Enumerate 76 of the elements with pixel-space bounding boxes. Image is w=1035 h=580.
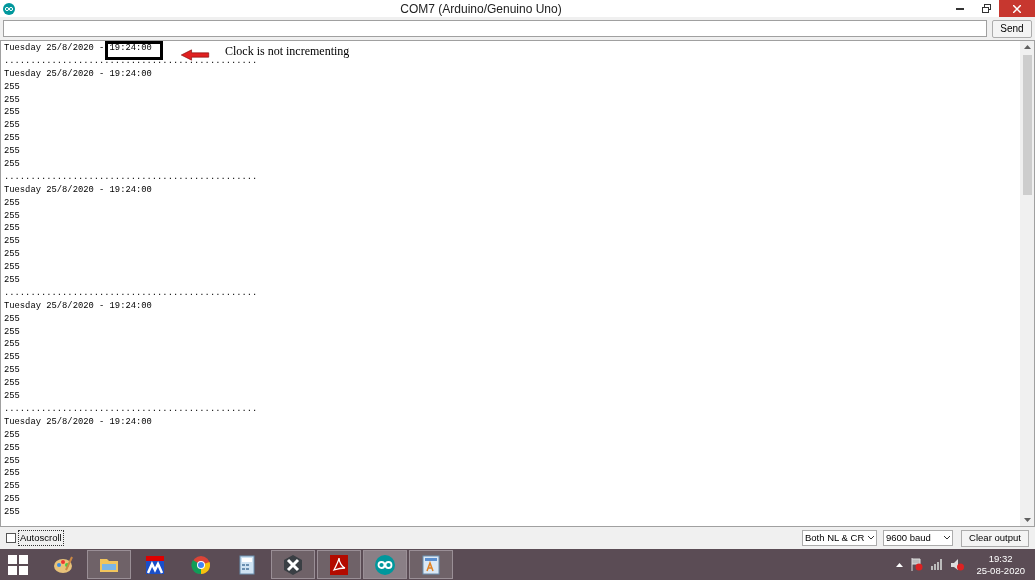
output-line: ................................................ [4, 171, 258, 182]
output-line: Tuesday 25/8/2020 - 19:24:00 [4, 416, 152, 427]
window-title: COM7 (Arduino/Genuino Uno) [400, 1, 562, 16]
taskbar-button[interactable] [271, 550, 315, 579]
pdf-icon [328, 553, 350, 576]
output-line: 255 [4, 197, 20, 208]
output-line: 255 [4, 391, 20, 402]
output-line: 255 [4, 210, 20, 221]
baud-rate-dropdown[interactable]: 9600 baud [883, 530, 953, 546]
scroll-thumb[interactable] [1022, 55, 1032, 195]
minimize-icon [956, 7, 964, 10]
start-icon[interactable] [8, 554, 28, 575]
output-line: 255 [4, 507, 20, 518]
output-line: 255 [4, 352, 20, 363]
close-button[interactable] [999, 0, 1035, 17]
close-icon [1013, 4, 1021, 13]
output-line: 255 [4, 249, 20, 260]
output-line: 255 [4, 262, 20, 273]
output-line: 255 [4, 146, 20, 157]
output-line: 255 [4, 133, 20, 144]
message-input-field[interactable] [3, 20, 987, 37]
scroll-down-icon [1023, 518, 1031, 522]
output-line: 255 [4, 378, 20, 389]
autoscroll-label[interactable]: Autoscroll [18, 529, 64, 547]
autoscroll-checkbox[interactable] [6, 533, 16, 543]
calculator-icon [236, 553, 258, 576]
output-line: 255 [4, 94, 20, 105]
taskbar-button[interactable] [409, 550, 453, 579]
tray-expand-icon[interactable] [896, 562, 904, 567]
clear-output-button[interactable]: Clear output [961, 529, 1029, 547]
output-line: 255 [4, 275, 20, 286]
output-line: 255 [4, 313, 20, 324]
output-line: Tuesday 25/8/2020 - [4, 43, 106, 53]
output-line: 255 [4, 236, 20, 247]
output-line: 255 [4, 455, 20, 466]
infinity-logo-icon [374, 553, 396, 576]
output-line: 255 [4, 120, 20, 131]
output-line: ................................................ [4, 403, 258, 414]
output-line: 255 [4, 494, 20, 505]
chip-logo-icon [144, 553, 166, 576]
output-line: 19:24:00 [109, 43, 152, 53]
output-line: 255 [4, 365, 20, 376]
send-button[interactable]: Send [992, 19, 1032, 38]
annotation-text: Clock is not incrementing [225, 45, 350, 58]
output-line: 255 [4, 107, 20, 118]
output-line: Tuesday 25/8/2020 - 19:24:00 [4, 184, 152, 195]
arrow-icon [178, 49, 212, 61]
signal-icon[interactable] [931, 559, 944, 570]
output-line: 255 [4, 326, 20, 337]
output-line: 255 [4, 81, 20, 92]
caret-icon [868, 536, 874, 540]
browser-icon [190, 553, 212, 576]
output-line: ................................................ [4, 287, 258, 298]
taskbar-button[interactable] [317, 550, 361, 579]
output-line: 255 [4, 223, 20, 234]
output-line: 255 [4, 339, 20, 350]
output-line: ................................................ [4, 55, 258, 66]
output-line: 255 [4, 468, 20, 479]
output-line: 255 [4, 442, 20, 453]
document-icon [420, 553, 442, 576]
output-line: 255 [4, 159, 20, 169]
restore-icon [981, 4, 991, 13]
speaker-muted-icon[interactable] [951, 558, 965, 571]
line-ending-dropdown[interactable]: Both NL & CR [802, 530, 877, 546]
highlight-frame [104, 41, 163, 60]
output-line: 255 [4, 429, 20, 440]
output-line: 255 [4, 481, 20, 492]
caret-icon [944, 536, 950, 540]
x-logo-icon [282, 553, 304, 576]
flag-icon[interactable] [911, 558, 924, 571]
scrollbar[interactable] [1020, 41, 1034, 526]
output-line: Tuesday 25/8/2020 - 19:24:00 [4, 300, 152, 311]
output-line: Tuesday 25/8/2020 - 19:24:00 [4, 68, 152, 79]
clock-time[interactable]: 19:32 [988, 552, 1013, 565]
scroll-up-icon [1023, 45, 1031, 49]
clock-date[interactable]: 25-08-2020 [976, 564, 1025, 577]
